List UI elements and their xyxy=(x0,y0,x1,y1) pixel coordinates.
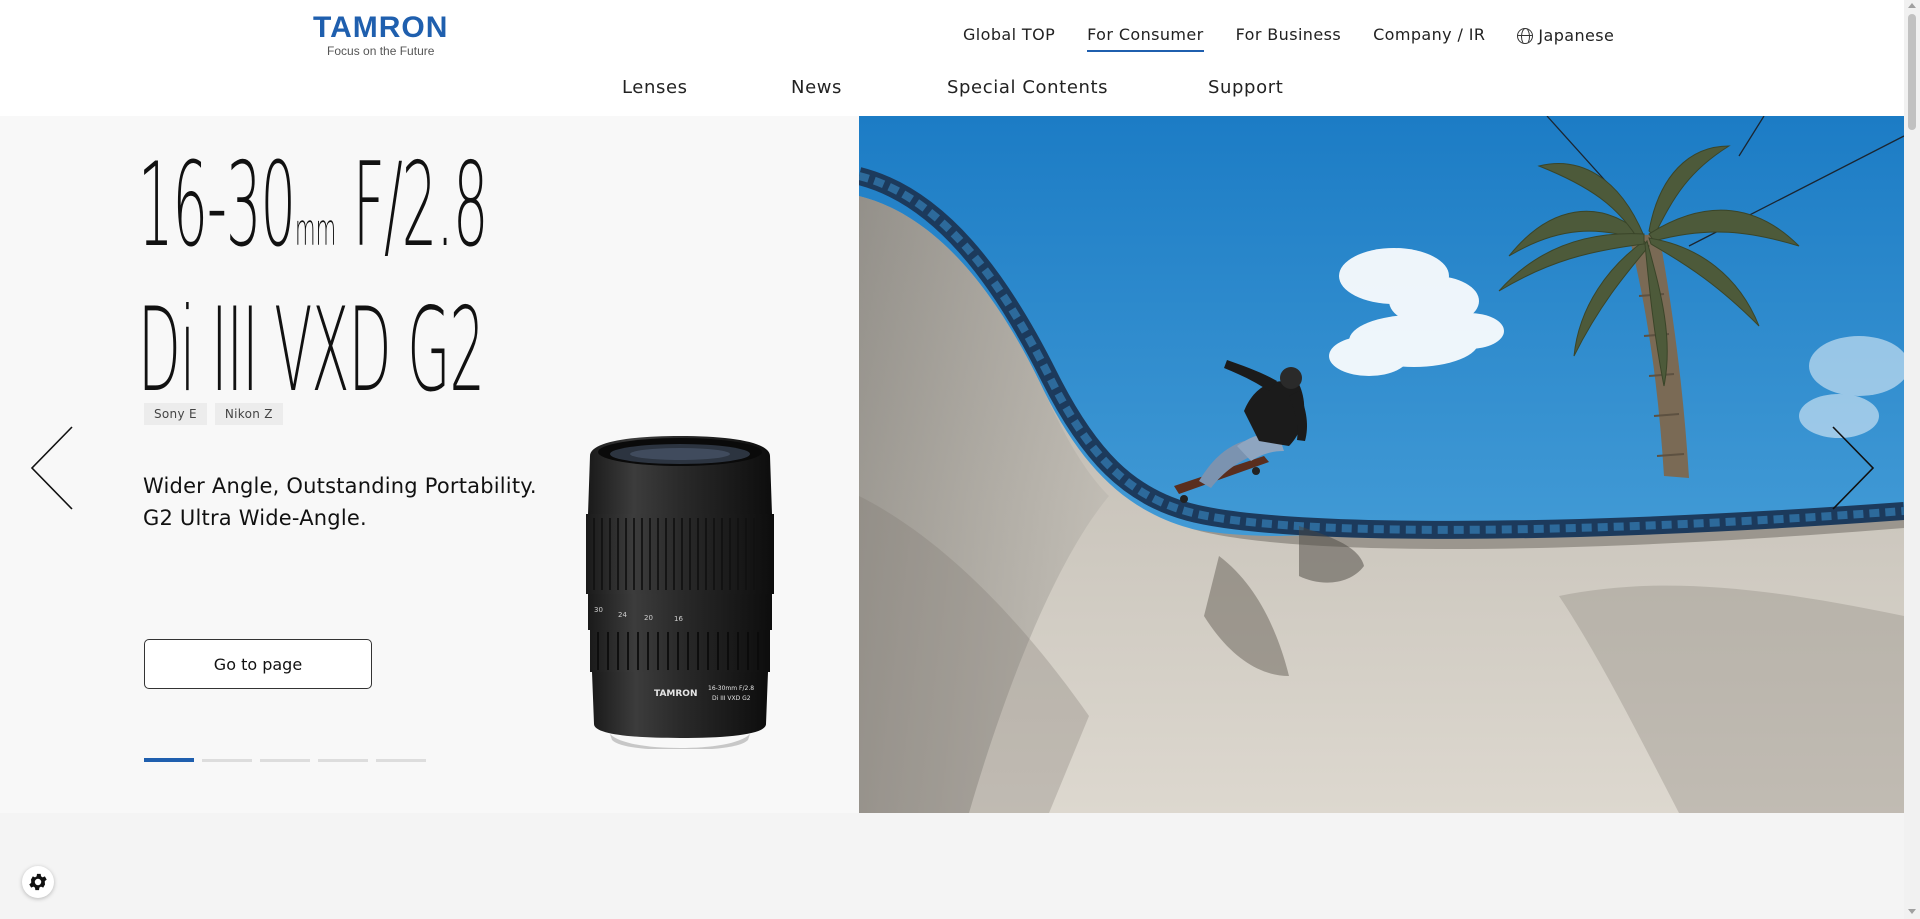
lens-product-image: 30 24 20 16 TAMRON 16-30mm F/2.8 Di III … xyxy=(586,436,774,749)
mainnav-special-contents[interactable]: Special Contents xyxy=(947,77,1108,98)
tamron-logo[interactable]: TAMRON Focus on the Future xyxy=(313,11,449,59)
lens-scale-20: 20 xyxy=(644,614,653,622)
chevron-right-icon xyxy=(1832,426,1875,510)
go-to-page-button[interactable]: Go to page xyxy=(144,639,372,689)
mainnav-news[interactable]: News xyxy=(791,77,842,98)
lens-brand: TAMRON xyxy=(654,689,697,699)
site-header: TAMRON Focus on the Future Global TOP Fo… xyxy=(0,0,1904,116)
chevron-left-icon xyxy=(30,426,73,510)
topnav-for-consumer[interactable]: For Consumer xyxy=(1087,25,1204,52)
focal-range: 16-30 xyxy=(138,138,296,273)
mount-tags: Sony E Nikon Z xyxy=(144,403,283,425)
lens-label-1: 16-30mm F/2.8 xyxy=(708,685,754,692)
language-label: Japanese xyxy=(1538,26,1615,45)
language-switch[interactable]: Japanese xyxy=(1517,25,1614,52)
mainnav-lenses[interactable]: Lenses xyxy=(622,77,688,98)
slider-prev-button[interactable] xyxy=(28,423,78,513)
tagline-line-1: Wider Angle, Outstanding Portability. xyxy=(143,474,537,498)
lens-scale-24: 24 xyxy=(618,611,627,619)
skatepark-illustration xyxy=(859,116,1904,813)
topnav-for-business[interactable]: For Business xyxy=(1236,25,1341,52)
tagline-line-2: G2 Ultra Wide-Angle. xyxy=(143,506,367,530)
slide-indicator-2[interactable] xyxy=(202,759,252,762)
hero-slider: 16-30mm F/2.8 Di III VXD G2 Sony E Nikon… xyxy=(0,116,1904,813)
scroll-up-arrow-icon[interactable] xyxy=(1908,3,1916,8)
lens-label-2: Di III VXD G2 xyxy=(712,695,751,702)
focal-unit: mm xyxy=(294,205,337,256)
top-navigation: Global TOP For Consumer For Business Com… xyxy=(963,25,1646,52)
slide-indicator-4[interactable] xyxy=(318,759,368,762)
topnav-global-top[interactable]: Global TOP xyxy=(963,25,1055,52)
page-scrollbar[interactable] xyxy=(1904,0,1920,919)
topnav-company-ir[interactable]: Company / IR xyxy=(1373,25,1485,52)
lens-scale-16: 16 xyxy=(674,615,683,623)
hero-tagline: Wider Angle, Outstanding Portability. G2… xyxy=(143,470,537,534)
aperture-value: F/2.8 xyxy=(336,138,489,273)
lens-scale-30: 30 xyxy=(594,606,603,614)
slide-indicator-1[interactable] xyxy=(144,758,194,762)
logo-tagline: Focus on the Future xyxy=(327,44,435,58)
cookie-settings-button[interactable] xyxy=(22,866,54,898)
hero-photo-skateboarder xyxy=(859,116,1904,813)
mount-tag-nikon-z: Nikon Z xyxy=(214,403,283,425)
title-line-1: 16-30mm F/2.8 xyxy=(138,146,488,291)
slide-indicator-3[interactable] xyxy=(260,759,310,762)
slider-next-button[interactable] xyxy=(1827,423,1877,513)
globe-icon xyxy=(1517,27,1534,44)
gear-icon xyxy=(29,873,47,891)
scroll-down-arrow-icon[interactable] xyxy=(1908,909,1916,914)
slide-indicator-5[interactable] xyxy=(376,759,426,762)
title-line-2: Di III VXD G2 xyxy=(138,283,485,418)
mainnav-support[interactable]: Support xyxy=(1208,77,1283,98)
logo-wordmark: TAMRON xyxy=(313,11,449,44)
slide-indicators xyxy=(144,758,426,762)
product-title: 16-30mm F/2.8 Di III VXD G2 xyxy=(138,146,866,411)
scrollbar-thumb[interactable] xyxy=(1908,14,1916,130)
mount-tag-sony-e: Sony E xyxy=(144,403,207,425)
